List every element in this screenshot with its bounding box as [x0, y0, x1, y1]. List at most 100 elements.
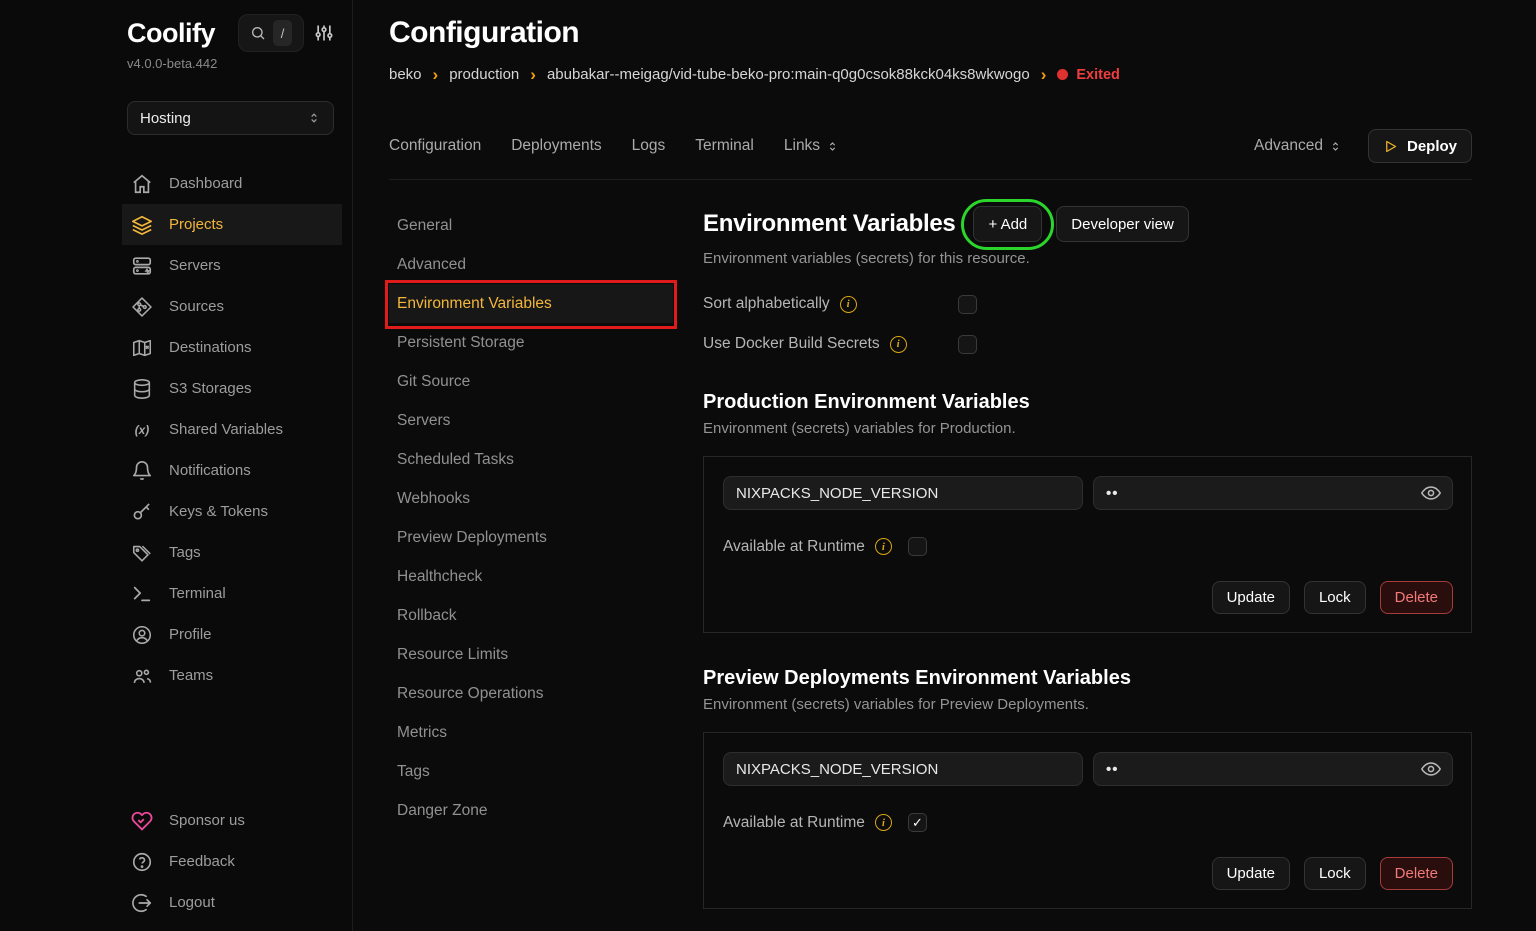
sidebar-item-shared-variables[interactable]: (x) Shared Variables [122, 409, 342, 450]
sidebar-item-destinations[interactable]: Destinations [122, 327, 342, 368]
status-dot-icon [1057, 69, 1068, 80]
sidebar-item-feedback[interactable]: Feedback [122, 841, 342, 882]
subnav-scheduled-tasks[interactable]: Scheduled Tasks [389, 440, 673, 479]
bell-icon [130, 460, 154, 482]
subnav-advanced[interactable]: Advanced [389, 245, 673, 284]
sidebar-item-label: Profile [169, 626, 212, 643]
subnav-servers[interactable]: Servers [389, 401, 673, 440]
lock-button[interactable]: Lock [1304, 857, 1366, 890]
available-at-runtime-label: Available at Runtime [723, 814, 865, 832]
env-var-name-input[interactable] [723, 476, 1083, 510]
delete-button[interactable]: Delete [1380, 581, 1453, 614]
chevron-up-down-icon [826, 140, 839, 153]
env-var-value-input[interactable] [1093, 752, 1453, 786]
breadcrumb-environment[interactable]: production [449, 66, 519, 83]
subnav-git-source[interactable]: Git Source [389, 362, 673, 401]
tab-configuration[interactable]: Configuration [389, 137, 481, 155]
preview-section-description: Environment (secrets) variables for Prev… [703, 696, 1472, 713]
sidebar-item-projects[interactable]: Projects [122, 204, 342, 245]
tab-links[interactable]: Links [784, 137, 839, 155]
info-icon[interactable] [875, 538, 892, 555]
reveal-value-eye-icon[interactable] [1420, 758, 1442, 780]
available-at-runtime-checkbox[interactable] [908, 537, 927, 556]
env-var-value-input[interactable] [1093, 476, 1453, 510]
update-button[interactable]: Update [1212, 857, 1290, 890]
tab-logs[interactable]: Logs [632, 137, 666, 155]
sidebar-item-notifications[interactable]: Notifications [122, 450, 342, 491]
advanced-dropdown[interactable]: Advanced [1254, 137, 1342, 155]
sidebar-item-dashboard[interactable]: Dashboard [122, 163, 342, 204]
docker-build-secrets-label: Use Docker Build Secrets [703, 335, 880, 353]
subnav-webhooks[interactable]: Webhooks [389, 479, 673, 518]
sidebar-item-label: Shared Variables [169, 421, 283, 438]
search-button[interactable]: / [238, 14, 304, 52]
tab-terminal[interactable]: Terminal [695, 137, 754, 155]
subnav-resource-operations[interactable]: Resource Operations [389, 674, 673, 713]
info-icon[interactable] [890, 336, 907, 353]
sidebar-item-label: Keys & Tokens [169, 503, 268, 520]
sidebar-item-sources[interactable]: Sources [122, 286, 342, 327]
sidebar-item-s3-storages[interactable]: S3 Storages [122, 368, 342, 409]
subnav-general[interactable]: General [389, 206, 673, 245]
info-icon[interactable] [840, 296, 857, 313]
layers-icon [130, 214, 154, 236]
sidebar: Coolify / v4.0.0-beta.442 Hosting Dashbo… [0, 0, 353, 931]
subnav-environment-variables[interactable]: Environment Variables [389, 284, 673, 323]
subnav-rollback[interactable]: Rollback [389, 596, 673, 635]
available-at-runtime-label: Available at Runtime [723, 538, 865, 556]
section-description: Environment variables (secrets) for this… [703, 250, 1472, 267]
sidebar-item-teams[interactable]: Teams [122, 655, 342, 696]
tab-links-label: Links [784, 137, 820, 155]
subnav-metrics[interactable]: Metrics [389, 713, 673, 752]
main-area: Configuration beko › production › abubak… [353, 0, 1536, 909]
section-title: Environment Variables [703, 210, 955, 238]
info-icon[interactable] [875, 814, 892, 831]
subnav-danger-zone[interactable]: Danger Zone [389, 791, 673, 830]
sidebar-item-logout[interactable]: Logout [122, 882, 342, 923]
sidebar-item-terminal[interactable]: Terminal [122, 573, 342, 614]
breadcrumb: beko › production › abubakar--meigag/vid… [389, 66, 1472, 83]
user-circle-icon [130, 624, 154, 646]
production-section-title: Production Environment Variables [703, 391, 1472, 414]
breadcrumb-chevron-icon: › [433, 66, 439, 83]
env-var-name-input[interactable] [723, 752, 1083, 786]
heart-icon [130, 810, 154, 832]
sidebar-item-tags[interactable]: Tags [122, 532, 342, 573]
available-at-runtime-checkbox[interactable] [908, 813, 927, 832]
sidebar-item-label: Tags [169, 544, 201, 561]
app-logo: Coolify [127, 18, 215, 49]
subnav-preview-deployments[interactable]: Preview Deployments [389, 518, 673, 557]
app-version: v4.0.0-beta.442 [127, 56, 352, 71]
sidebar-item-servers[interactable]: Servers [122, 245, 342, 286]
sidebar-item-keys-tokens[interactable]: Keys & Tokens [122, 491, 342, 532]
server-icon [130, 255, 154, 277]
add-env-var-button[interactable]: + Add [973, 206, 1042, 242]
breadcrumb-resource[interactable]: abubakar--meigag/vid-tube-beko-pro:main-… [547, 66, 1030, 83]
settings-sliders-icon[interactable] [314, 23, 334, 43]
docker-build-secrets-checkbox[interactable] [958, 335, 977, 354]
sidebar-item-label: Destinations [169, 339, 252, 356]
sidebar-item-label: Feedback [169, 853, 235, 870]
deploy-button[interactable]: Deploy [1368, 129, 1472, 163]
env-var-card-preview: Available at Runtime Update Lock Delete [703, 732, 1472, 909]
update-button[interactable]: Update [1212, 581, 1290, 614]
reveal-value-eye-icon[interactable] [1420, 482, 1442, 504]
tab-deployments[interactable]: Deployments [511, 137, 601, 155]
breadcrumb-team[interactable]: beko [389, 66, 422, 83]
team-select[interactable]: Hosting [127, 101, 334, 135]
subnav-healthcheck[interactable]: Healthcheck [389, 557, 673, 596]
sidebar-item-label: S3 Storages [169, 380, 252, 397]
delete-button[interactable]: Delete [1380, 857, 1453, 890]
developer-view-button[interactable]: Developer view [1056, 206, 1189, 242]
sidebar-item-sponsor[interactable]: Sponsor us [122, 800, 342, 841]
sidebar-item-profile[interactable]: Profile [122, 614, 342, 655]
subnav-persistent-storage[interactable]: Persistent Storage [389, 323, 673, 362]
sort-alphabetically-checkbox[interactable] [958, 295, 977, 314]
git-source-icon [130, 296, 154, 318]
svg-text:(x): (x) [135, 423, 150, 437]
help-circle-icon [130, 851, 154, 873]
sidebar-item-label: Teams [169, 667, 213, 684]
subnav-resource-limits[interactable]: Resource Limits [389, 635, 673, 674]
subnav-tags[interactable]: Tags [389, 752, 673, 791]
lock-button[interactable]: Lock [1304, 581, 1366, 614]
